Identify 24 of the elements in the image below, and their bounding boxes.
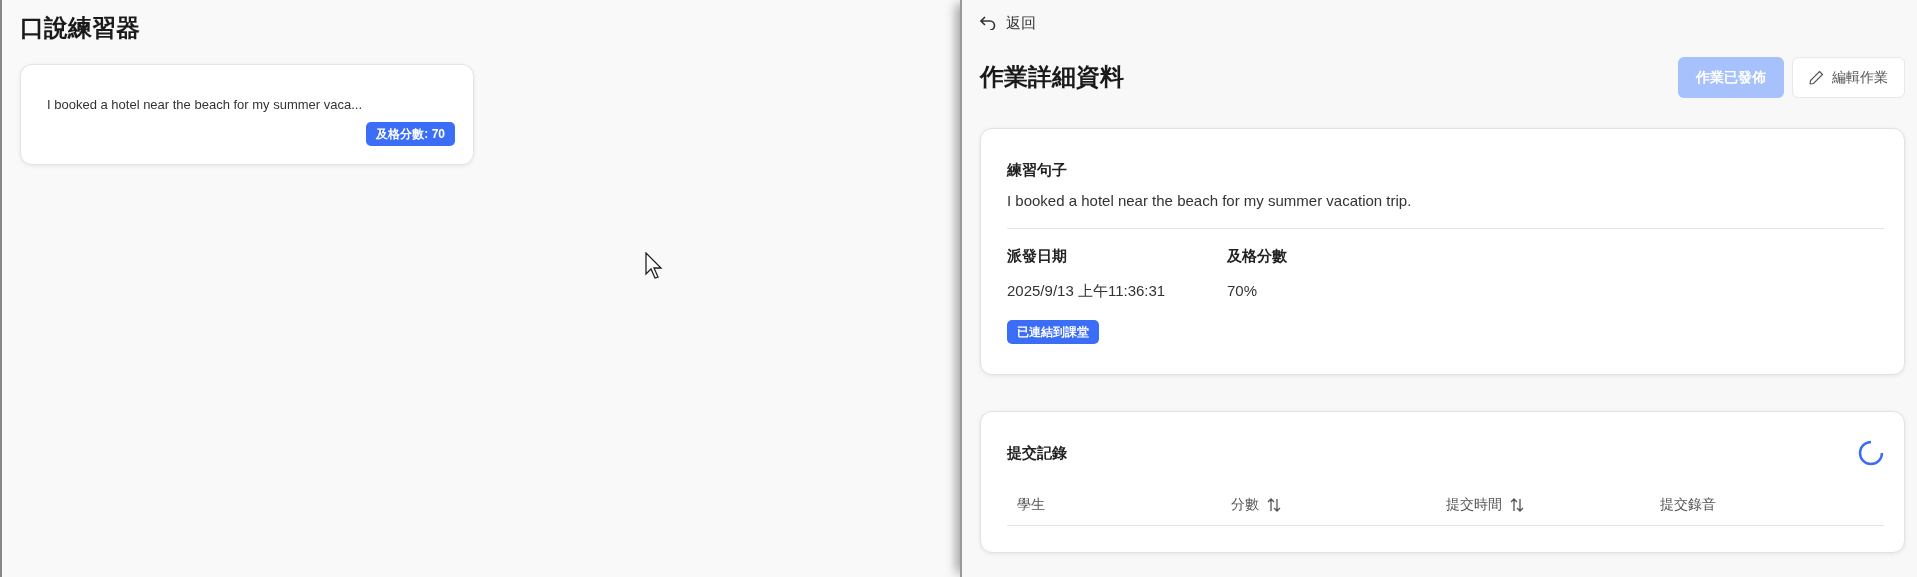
field-value: 70% [1227,280,1259,301]
column-header: 學生 [1017,495,1046,515]
assignment-card[interactable]: I booked a hotel near the beach for my summer vaca... 及格分數: 70 [20,63,474,166]
column-header[interactable]: 提交時間 [1445,494,1660,516]
pencil-icon [1809,70,1824,86]
back-arrow-icon [980,16,996,31]
column-header[interactable]: 分數 [1231,494,1446,516]
section-heading: 練習句子 [1007,160,1068,181]
sentence-preview: I booked a hotel near the beach for my summer vaca... [47,95,364,114]
back-link[interactable]: 返回 [980,12,1036,35]
field-label: 派發日期 [1007,246,1068,267]
mouse-cursor-icon [645,252,665,282]
sentence-text: I booked a hotel near the beach for my summer vacation trip. [1007,190,1413,211]
column-header: 提交錄音 [1659,495,1717,515]
edit-button[interactable]: 編輯作業 [1792,57,1905,99]
field-value: 2025/9/13 上午11:36:31 [1007,280,1167,301]
section-heading: 提交記錄 [1007,443,1067,463]
passing-score-badge: 及格分數: 70 [366,122,455,147]
page-title: 口說練習器 [20,14,141,43]
class-link-badge: 已連結到課堂 [1007,320,1099,345]
sort-icon[interactable] [1267,497,1282,512]
field-label: 及格分數 [1227,246,1288,267]
sort-icon[interactable] [1509,497,1524,512]
page-title: 作業詳細資料 [980,63,1124,93]
